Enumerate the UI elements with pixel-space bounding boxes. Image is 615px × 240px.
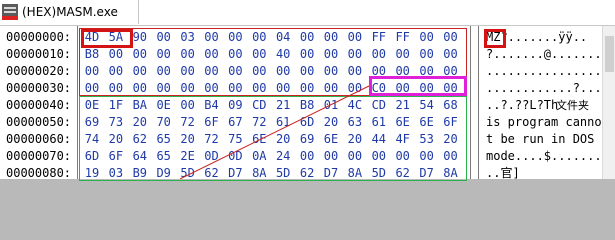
vertical-scrollbar[interactable] (602, 26, 615, 179)
file-tab[interactable]: (HEX)MASM.exe (0, 0, 139, 24)
folder-tooltip: 文件夹 (556, 99, 589, 112)
exe-file-icon (2, 4, 20, 20)
scroll-thumb[interactable] (605, 36, 614, 72)
title-bar: (HEX)MASM.exe (0, 0, 615, 26)
tab-title: (HEX)MASM.exe (22, 5, 118, 19)
annotation-arrow (179, 85, 370, 179)
hex-editor[interactable]: 00000000: 4D 5A 90 00 03 00 00 00 04 00 00 00 FF FF 00 0… (0, 26, 615, 181)
